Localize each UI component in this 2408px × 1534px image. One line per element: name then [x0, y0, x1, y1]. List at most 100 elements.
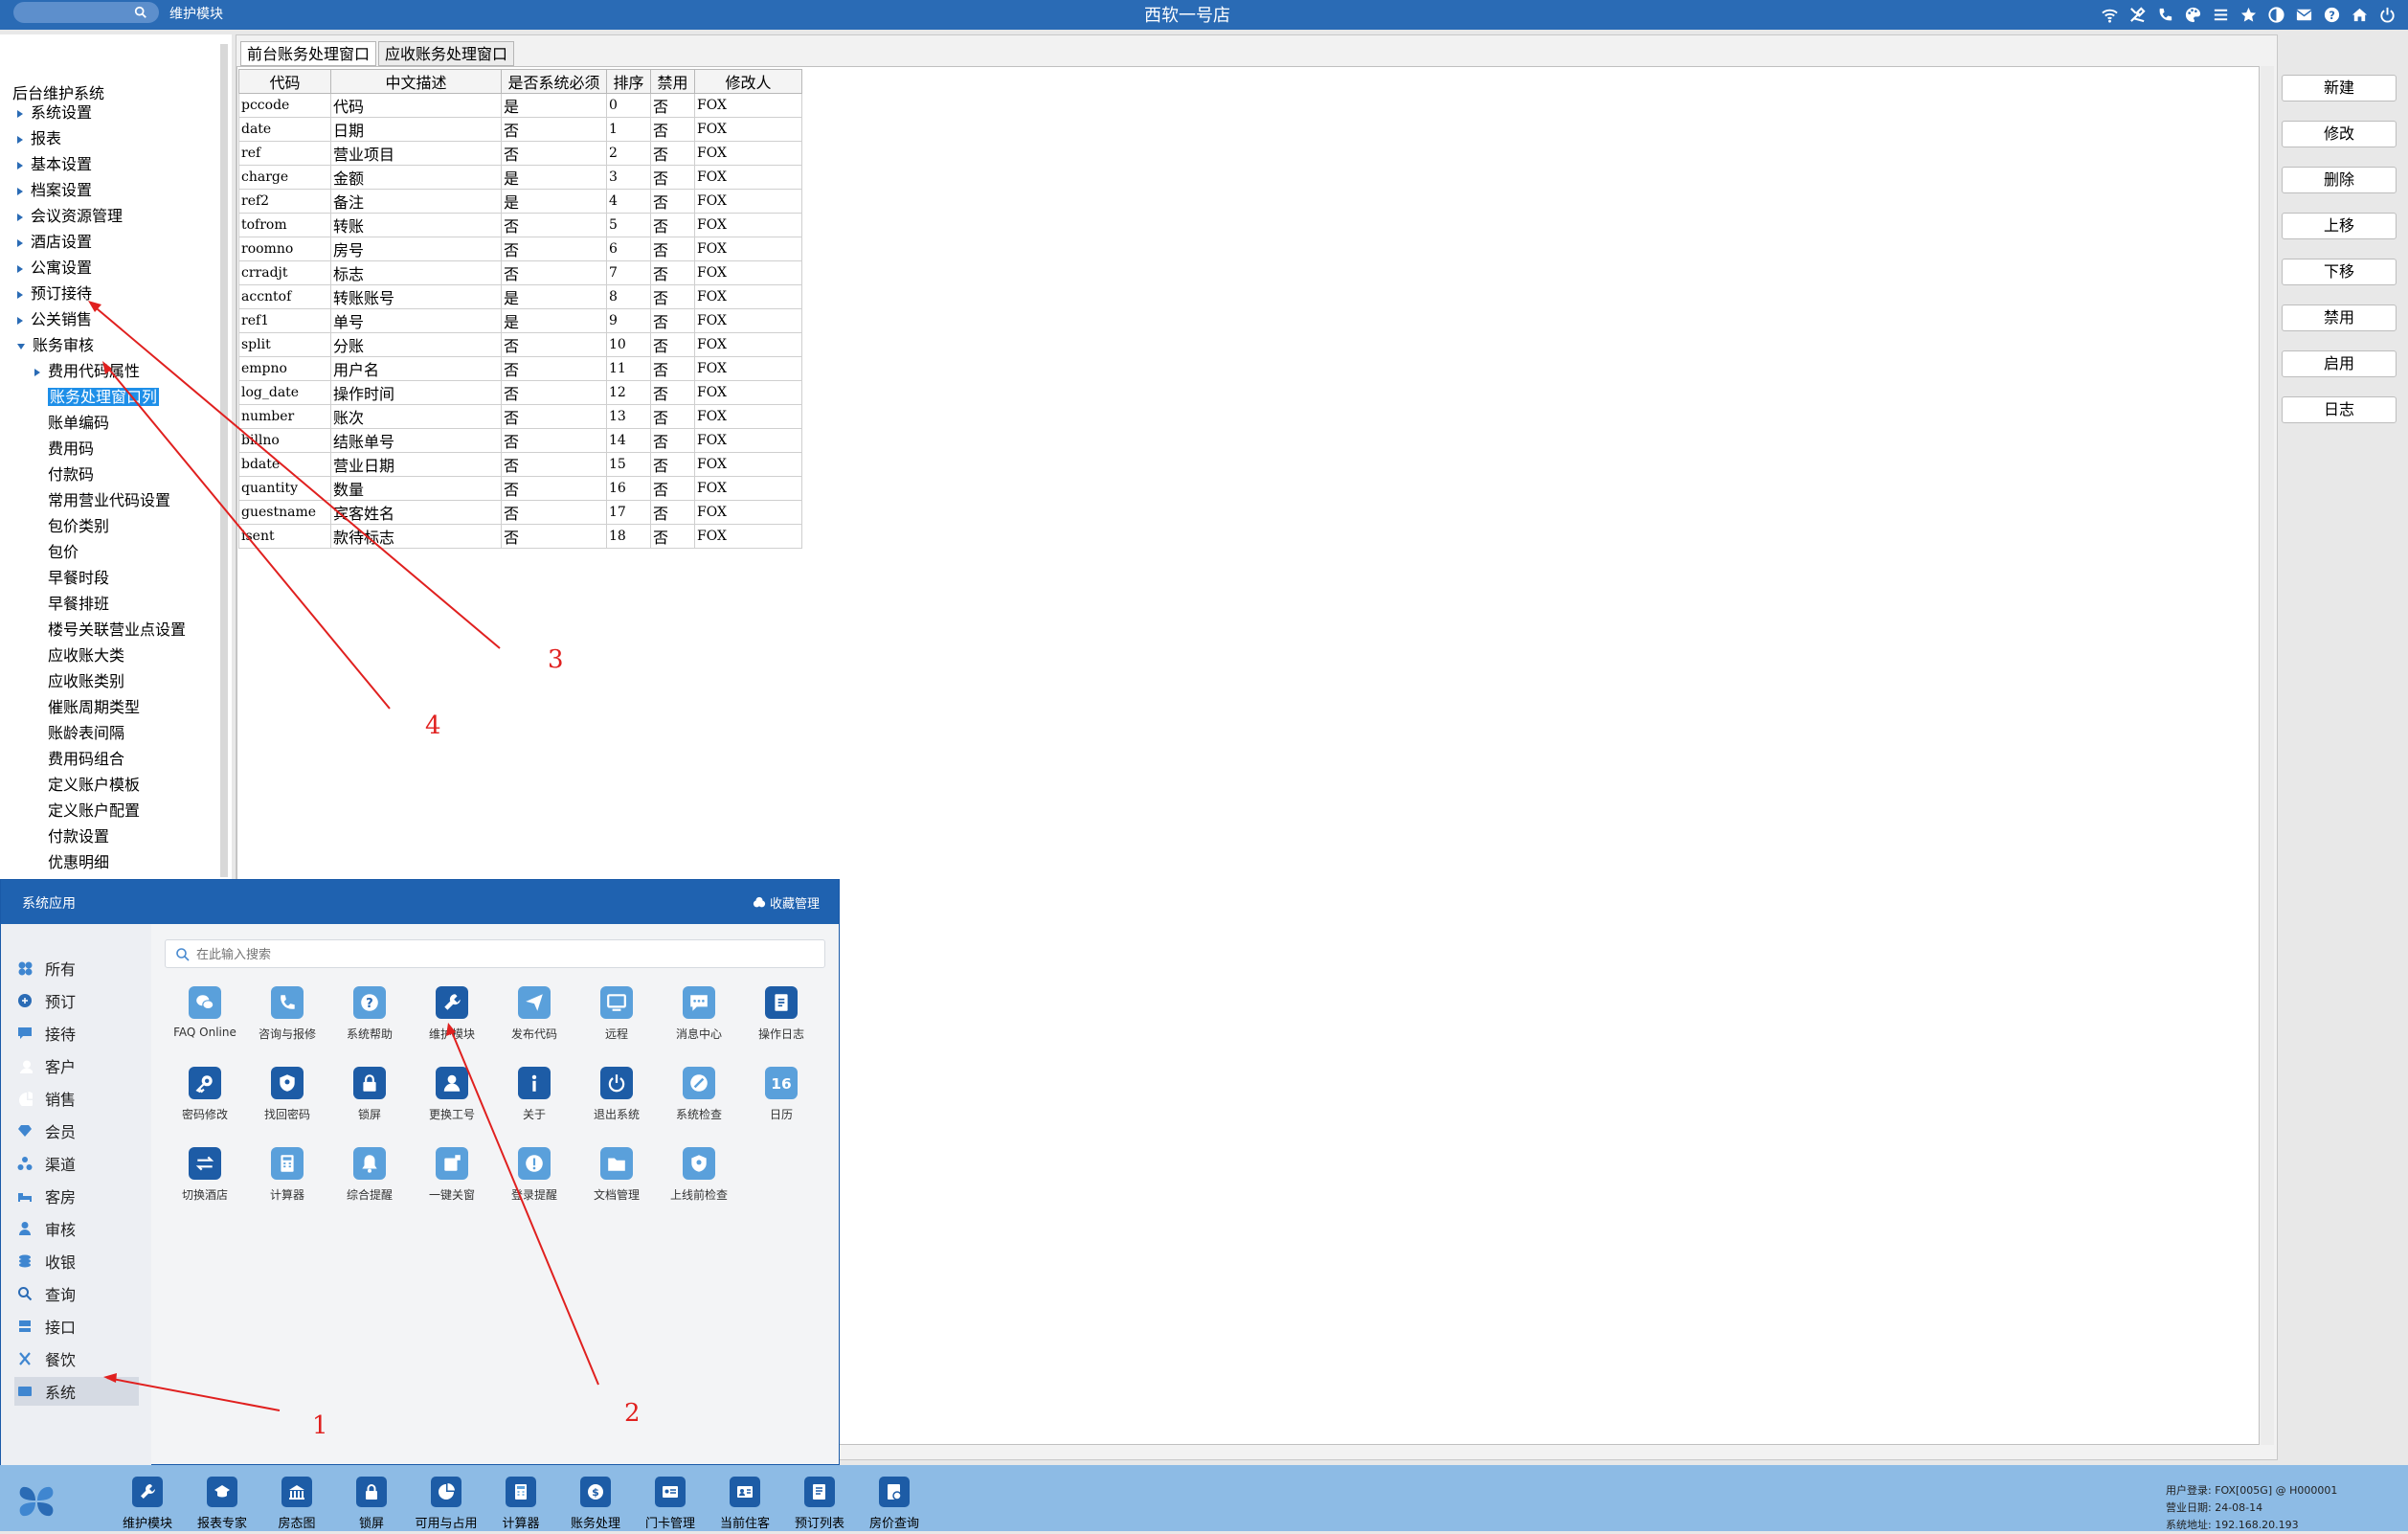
favorites-button[interactable]: 收藏管理 [753, 893, 820, 912]
tree-item[interactable]: 付款设置 [48, 825, 109, 848]
tree-item[interactable]: 催账周期类型 [48, 696, 140, 719]
mail-button[interactable] [2292, 3, 2315, 26]
grid-scrollbar[interactable] [2261, 66, 2274, 1445]
app-tile[interactable]: 发布代码 [491, 986, 577, 1042]
global-search-input[interactable] [13, 2, 159, 23]
new-button[interactable]: 新建 [2282, 75, 2397, 102]
taskbar-item[interactable]: 锁屏 [333, 1477, 410, 1531]
table-row[interactable]: log_date 操作时间否 12 否 FOX [238, 380, 802, 405]
app-tile[interactable]: 文档管理 [574, 1147, 660, 1203]
palette-button[interactable] [2181, 3, 2204, 26]
expanded-arrow-icon[interactable] [17, 343, 25, 350]
app-tile[interactable]: ? 系统帮助 [326, 986, 413, 1042]
app-tile[interactable]: 关于 [491, 1067, 577, 1122]
app-tile[interactable]: 16 日历 [738, 1067, 824, 1122]
category-item[interactable]: 接口 [14, 1312, 139, 1341]
category-item[interactable]: 系统 [14, 1377, 139, 1406]
table-row[interactable]: quantity 数量否 16 否 FOX [238, 476, 802, 501]
table-row[interactable]: ref 营业项目否 2 否 FOX [238, 141, 802, 166]
menu-button[interactable] [2209, 3, 2232, 26]
phone-button[interactable] [2153, 3, 2176, 26]
app-tile[interactable]: 更换工号 [409, 1067, 495, 1122]
tree-item[interactable]: 付款码 [48, 463, 94, 486]
collapsed-arrow-icon[interactable] [17, 161, 23, 169]
taskbar-item[interactable]: $ 账务处理 [557, 1477, 634, 1531]
category-item[interactable]: 预订 [14, 986, 139, 1015]
collapsed-arrow-icon[interactable] [17, 135, 23, 144]
app-tile[interactable]: 找回密码 [244, 1067, 330, 1122]
category-item[interactable]: 查询 [14, 1279, 139, 1308]
table-row[interactable]: isent 款待标志否 18 否 FOX [238, 524, 802, 549]
category-item[interactable]: 所有 [14, 954, 139, 982]
tree-item[interactable]: 档案设置 [17, 179, 92, 202]
app-tile[interactable]: 综合提醒 [326, 1147, 413, 1203]
category-item[interactable]: 销售 [14, 1084, 139, 1113]
column-header[interactable]: 是否系统必须 [501, 69, 607, 94]
app-tile[interactable]: 切换酒店 [162, 1147, 248, 1203]
app-tile[interactable]: 计算器 [244, 1147, 330, 1203]
category-item[interactable]: 收银 [14, 1247, 139, 1275]
tree-item[interactable]: 应收账类别 [48, 670, 124, 693]
column-header[interactable]: 修改人 [694, 69, 802, 94]
table-row[interactable]: number 账次否 13 否 FOX [238, 404, 802, 429]
edit-button[interactable]: 修改 [2282, 121, 2397, 147]
taskbar-item[interactable]: 门卡管理 [632, 1477, 709, 1531]
tree-item[interactable]: 楼号关联营业点设置 [48, 619, 186, 642]
app-tile[interactable]: 维护模块 [409, 986, 495, 1042]
table-row[interactable]: date 日期否 1 否 FOX [238, 117, 802, 142]
tree-item[interactable]: 应收账大类 [48, 644, 124, 667]
tab[interactable]: 应收账务处理窗口 [378, 41, 515, 66]
app-tile[interactable]: 操作日志 [738, 986, 824, 1042]
taskbar-item[interactable]: 房态图 [259, 1477, 335, 1531]
tree-item[interactable]: 账单编码 [48, 412, 109, 435]
taskbar-item[interactable]: 房价查询 [856, 1477, 933, 1531]
tree-item[interactable]: 早餐排班 [48, 593, 109, 616]
tree-item[interactable]: 公关销售 [17, 308, 92, 331]
table-row[interactable]: billno 结账单号否 14 否 FOX [238, 428, 802, 453]
tree-item[interactable]: 酒店设置 [17, 231, 92, 254]
table-row[interactable]: crradjt 标志否 7 否 FOX [238, 260, 802, 285]
category-item[interactable]: 审核 [14, 1214, 139, 1243]
collapsed-arrow-icon[interactable] [17, 187, 23, 195]
table-row[interactable]: bdate 营业日期否 15 否 FOX [238, 452, 802, 477]
taskbar-item[interactable]: 维护模块 [109, 1477, 186, 1531]
tree-item[interactable]: 系统设置 [17, 102, 92, 124]
app-search-input[interactable] [196, 944, 809, 965]
table-row[interactable]: roomno 房号否 6 否 FOX [238, 237, 802, 261]
tree-item[interactable]: 定义账户配置 [48, 800, 140, 823]
tree-item[interactable]: 费用码组合 [48, 748, 124, 771]
collapsed-arrow-icon[interactable] [17, 213, 23, 221]
enable-button[interactable]: 启用 [2282, 350, 2397, 377]
collapsed-arrow-icon[interactable] [34, 368, 40, 376]
table-row[interactable]: charge 金额是 3 否 FOX [238, 165, 802, 190]
tree-item[interactable]: 费用码 [48, 438, 94, 461]
tree-item[interactable]: 账务审核 [17, 334, 94, 357]
tree-item[interactable]: 公寓设置 [17, 257, 92, 280]
tree-item[interactable]: 早餐时段 [48, 567, 109, 590]
tree-item[interactable]: 会议资源管理 [17, 205, 123, 228]
tree-item[interactable]: 账龄表间隔 [48, 722, 124, 745]
disable-button[interactable]: 禁用 [2282, 305, 2397, 331]
tree-item[interactable]: 报表 [17, 127, 61, 150]
app-tile[interactable]: 消息中心 [656, 986, 742, 1042]
taskbar-item[interactable]: 报表专家 [184, 1477, 260, 1531]
app-tile[interactable]: 密码修改 [162, 1067, 248, 1122]
table-row[interactable]: ref1 单号是 9 否 FOX [238, 308, 802, 333]
table-row[interactable]: tofrom 转账否 5 否 FOX [238, 213, 802, 237]
app-tile[interactable]: 远程 [574, 986, 660, 1042]
category-item[interactable]: 客户 [14, 1051, 139, 1080]
table-row[interactable]: empno 用户名否 11 否 FOX [238, 356, 802, 381]
category-item[interactable]: 餐饮 [14, 1344, 139, 1373]
tree-item[interactable]: 基本设置 [17, 153, 92, 176]
collapsed-arrow-icon[interactable] [17, 264, 23, 273]
table-row[interactable]: guestname 宾客姓名否 17 否 FOX [238, 500, 802, 525]
app-tile[interactable]: 咨询与报修 [244, 986, 330, 1042]
app-tile[interactable]: 登录提醒 [491, 1147, 577, 1203]
table-row[interactable]: pccode 代码是 0 否 FOX [238, 93, 802, 118]
tree-scrollbar[interactable] [220, 44, 228, 877]
home-button[interactable] [2348, 3, 2371, 26]
move-up-button[interactable]: 上移 [2282, 213, 2397, 239]
taskbar-item[interactable]: 计算器 [483, 1477, 559, 1531]
log-button[interactable]: 日志 [2282, 396, 2397, 423]
table-row[interactable]: ref2 备注是 4 否 FOX [238, 189, 802, 214]
